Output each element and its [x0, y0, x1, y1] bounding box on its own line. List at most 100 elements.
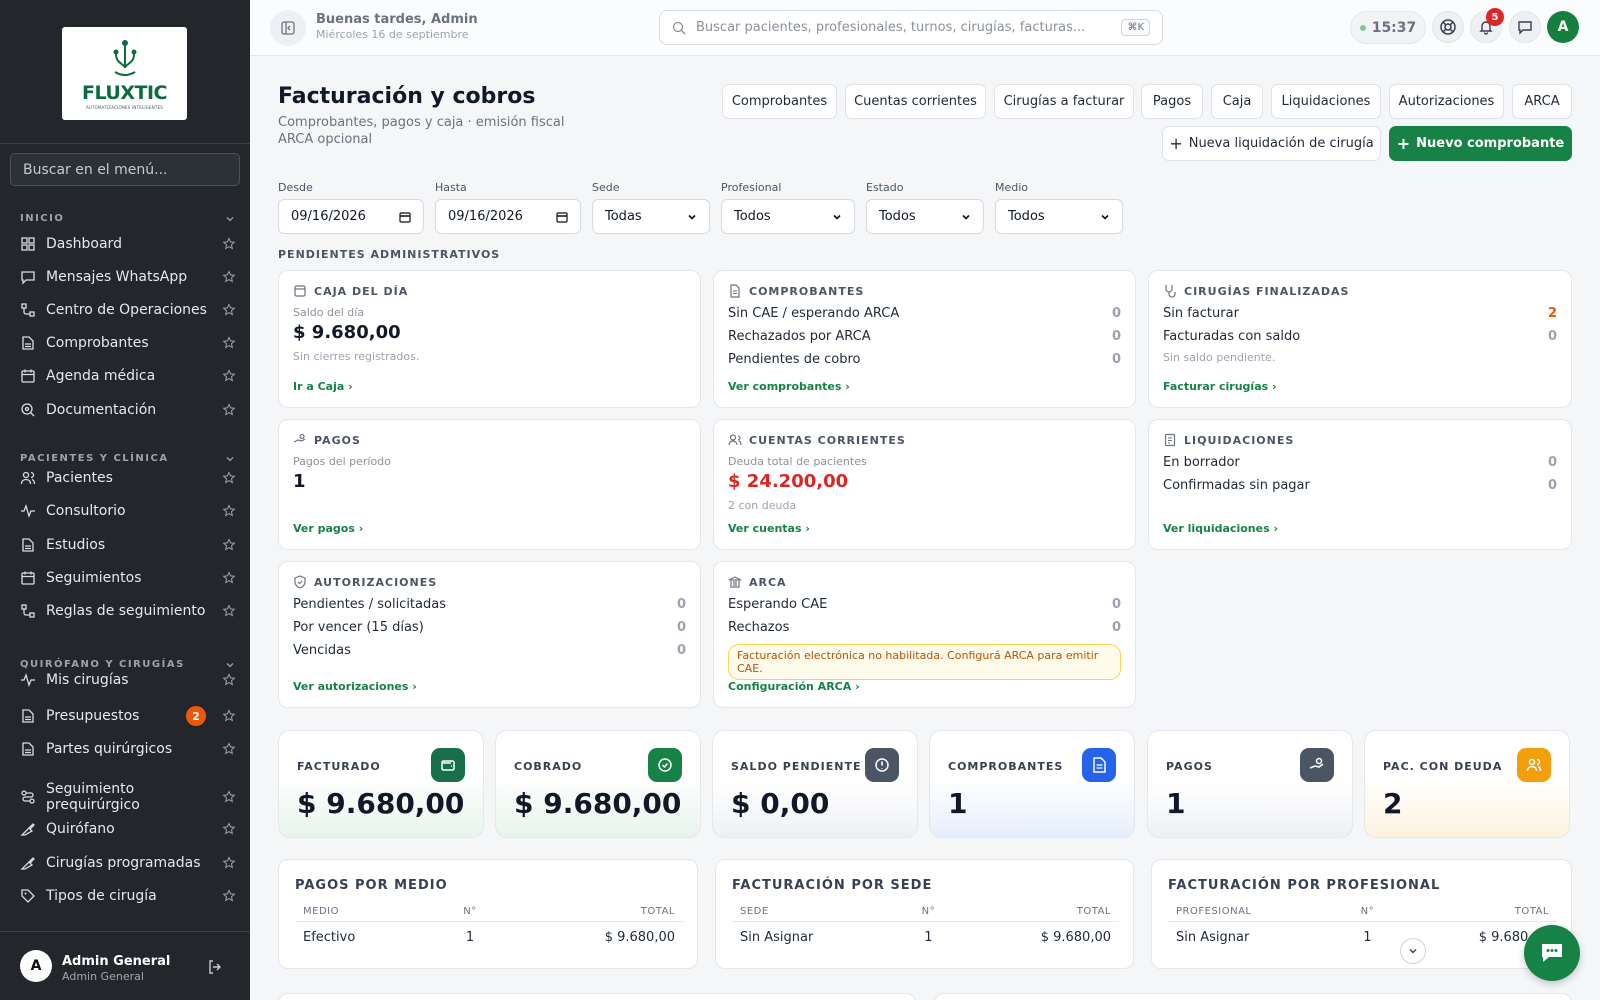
cuentas-note: 2 con deuda	[728, 499, 797, 512]
sidebar-item-pacientes[interactable]: Pacientes	[20, 470, 236, 486]
ir-a-caja-link[interactable]: Ir a Caja ›	[293, 380, 353, 393]
chevron-down-icon	[226, 216, 234, 221]
star-icon[interactable]	[222, 538, 236, 552]
table-row[interactable]: Sin Asignar 1 $ 9.680,00	[1168, 922, 1557, 954]
calendar-icon	[556, 211, 568, 223]
chevron-down-icon	[1101, 214, 1109, 220]
sidebar-item-partes-quirúrgicos[interactable]: Partes quirúrgicos	[20, 741, 236, 757]
section-quirofano[interactable]: QUIRÓFANO Y CIRUGÍAS	[20, 659, 235, 670]
star-icon[interactable]	[222, 336, 236, 350]
desde-date-input[interactable]: 09/16/2026	[278, 199, 424, 234]
configuracion-arca-link[interactable]: Configuración ARCA ›	[728, 680, 860, 693]
section-pacientes[interactable]: PACIENTES Y CLÍNICA	[20, 453, 235, 464]
star-icon[interactable]	[222, 742, 236, 756]
ver-comprobantes-link[interactable]: Ver comprobantes ›	[728, 380, 850, 393]
star-icon[interactable]	[222, 303, 236, 317]
tab-caja[interactable]: Caja	[1211, 84, 1263, 119]
liquidaciones-card: LIQUIDACIONES En borrador 0 Confirmadas s…	[1148, 419, 1572, 550]
sidebar-item-estudios[interactable]: Estudios	[20, 537, 236, 553]
sidebar-item-quirófano[interactable]: Quirófano	[20, 821, 236, 837]
facturar-cirugias-link[interactable]: Facturar cirugías ›	[1163, 380, 1277, 393]
sidebar-item-label: Quirófano	[46, 821, 115, 837]
sidebar-toggle-button[interactable]	[270, 10, 306, 46]
star-icon[interactable]	[222, 889, 236, 903]
sidebar-item-agenda-médica[interactable]: Agenda médica	[20, 368, 236, 384]
sidebar-item-mensajes-whatsapp[interactable]: Mensajes WhatsApp	[20, 269, 236, 285]
ver-pagos-link[interactable]: Ver pagos ›	[293, 522, 363, 535]
sidebar-item-documentación[interactable]: Documentación	[20, 402, 236, 418]
estado-select[interactable]: Todos	[866, 199, 984, 234]
tab-cuentas-corrientes[interactable]: Cuentas corrientes	[845, 84, 986, 119]
star-icon[interactable]	[222, 403, 236, 417]
help-button[interactable]	[1432, 11, 1464, 43]
menu-search-input[interactable]: Buscar en el menú...	[10, 153, 240, 186]
messages-button[interactable]	[1509, 11, 1541, 43]
activity-icon	[21, 504, 35, 518]
chat-widget-button[interactable]	[1524, 925, 1580, 981]
logo-wordmark: FLUXTIC	[82, 81, 167, 104]
file-icon	[22, 742, 34, 756]
cuentas-card: CUENTAS CORRIENTES Deuda total de pacien…	[713, 419, 1136, 550]
table-row[interactable]: Sin Asignar 1 $ 9.680,00	[732, 922, 1119, 954]
chat-icon	[1518, 21, 1532, 35]
sidebar-item-tipos-de-cirugía[interactable]: Tipos de cirugía	[20, 888, 236, 904]
ver-cuentas-link[interactable]: Ver cuentas ›	[728, 522, 810, 535]
sede-select[interactable]: Todas	[592, 199, 710, 234]
medio-select[interactable]: Todos	[995, 199, 1123, 234]
star-icon[interactable]	[222, 709, 236, 723]
doc-search-icon	[21, 403, 35, 417]
profesional-select[interactable]: Todos	[721, 199, 855, 234]
star-icon[interactable]	[222, 790, 236, 804]
sidebar-item-label: Mis cirugías	[46, 672, 129, 688]
sidebar-item-mis-cirugías[interactable]: Mis cirugías	[20, 672, 236, 688]
tab-comprobantes[interactable]: Comprobantes	[722, 84, 837, 119]
tab-cirugias-a-facturar[interactable]: Cirugías a facturar	[994, 84, 1134, 119]
tab-arca[interactable]: ARCA	[1512, 84, 1572, 119]
tab-liquidaciones[interactable]: Liquidaciones	[1271, 84, 1381, 119]
sidebar-item-centro-de-operaciones[interactable]: Centro de Operaciones	[20, 302, 236, 318]
star-icon[interactable]	[222, 270, 236, 284]
sidebar-item-seguimientos[interactable]: Seguimientos	[20, 570, 236, 586]
notification-count-badge: 5	[1486, 8, 1504, 26]
sidebar-item-consultorio[interactable]: Consultorio	[20, 503, 236, 519]
user-avatar-button[interactable]: A	[1547, 11, 1579, 43]
star-icon[interactable]	[222, 369, 236, 383]
star-icon[interactable]	[222, 237, 236, 251]
star-icon[interactable]	[222, 673, 236, 687]
stat-row: En borrador 0	[1163, 455, 1557, 470]
star-icon[interactable]	[222, 822, 236, 836]
sidebar-item-reglas-de-seguimiento[interactable]: Reglas de seguimiento	[20, 603, 236, 619]
logout-icon[interactable]	[207, 959, 223, 975]
sidebar-item-dashboard[interactable]: Dashboard	[20, 236, 236, 252]
kpi-card-pagos: PAGOS 1	[1147, 730, 1353, 838]
users-icon	[1517, 748, 1551, 782]
scroll-down-button[interactable]	[1400, 938, 1426, 964]
shortcut-hint: ⌘K	[1121, 19, 1150, 36]
global-search-input[interactable]: Buscar pacientes, profesionales, turnos,…	[659, 10, 1163, 45]
new-invoice-button[interactable]: + Nuevo comprobante	[1389, 126, 1572, 161]
sidebar-item-comprobantes[interactable]: Comprobantes	[20, 335, 236, 351]
hasta-date-input[interactable]: 09/16/2026	[435, 199, 581, 234]
star-icon[interactable]	[222, 856, 236, 870]
brand-logo[interactable]: FLUXTIC AUTOMATIZACIONES INTELIGENTES	[62, 27, 187, 120]
tab-autorizaciones[interactable]: Autorizaciones	[1389, 84, 1504, 119]
stat-row: Confirmadas sin pagar 0	[1163, 478, 1557, 493]
sidebar-item-cirugías-programadas[interactable]: Cirugías programadas	[20, 855, 236, 871]
kpi-label: COBRADO	[514, 760, 583, 773]
ver-autorizaciones-link[interactable]: Ver autorizaciones ›	[293, 680, 417, 693]
avatar[interactable]: A	[20, 950, 52, 982]
clock: 15:37	[1350, 11, 1426, 44]
sidebar-item-seguimiento-prequirúrgico[interactable]: Seguimiento prequirúrgico	[20, 781, 236, 813]
star-icon[interactable]	[222, 604, 236, 618]
section-inicio[interactable]: INICIO	[20, 213, 235, 224]
sidebar-item-presupuestos[interactable]: Presupuestos 2	[20, 706, 236, 726]
star-icon[interactable]	[222, 471, 236, 485]
tab-pagos[interactable]: Pagos	[1141, 84, 1203, 119]
kpi-value: 1	[1166, 787, 1186, 820]
table-row[interactable]: Efectivo 1 $ 9.680,00	[295, 922, 683, 954]
new-liquidation-button[interactable]: + Nueva liquidación de cirugía	[1162, 126, 1381, 161]
star-icon[interactable]	[222, 504, 236, 518]
user-name: Admin General	[62, 954, 171, 969]
star-icon[interactable]	[222, 571, 236, 585]
ver-liquidaciones-link[interactable]: Ver liquidaciones ›	[1163, 522, 1278, 535]
